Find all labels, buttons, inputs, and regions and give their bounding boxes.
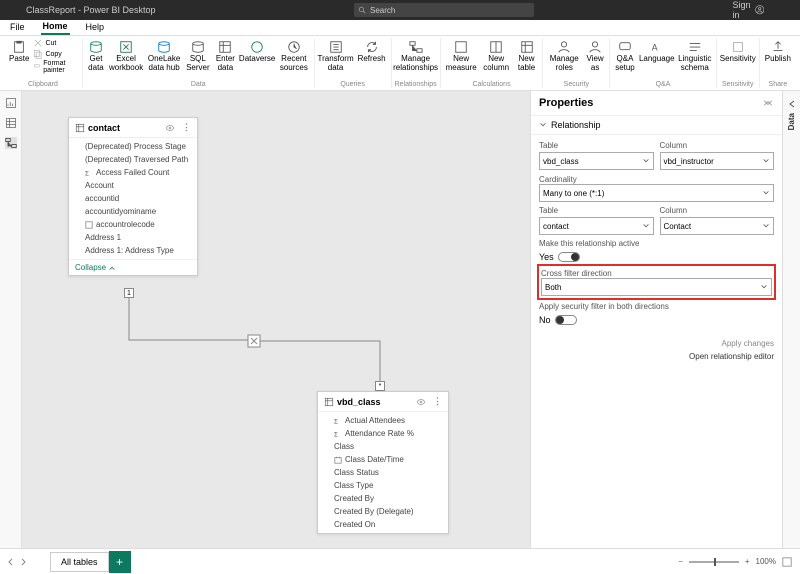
visibility-icon[interactable] (165, 123, 175, 133)
cardinality-one: 1 (124, 288, 134, 298)
column2-select[interactable]: Contact (660, 217, 775, 235)
signin-button[interactable]: Sign in (732, 0, 764, 20)
field-item[interactable]: Created By (Delegate) (318, 505, 448, 518)
svg-text:Σ: Σ (334, 418, 338, 425)
fit-icon[interactable] (782, 557, 792, 567)
add-tab-button[interactable]: + (109, 551, 131, 573)
get-data-button[interactable]: Get data (86, 38, 106, 75)
field-item[interactable]: (Deprecated) Process Stage (69, 140, 197, 153)
enter-data-button[interactable]: Enter data (214, 38, 238, 75)
field-item[interactable]: (Deprecated) Traversed Path (69, 153, 197, 166)
field-item[interactable]: accountid (69, 192, 197, 205)
properties-title: Properties (539, 97, 593, 109)
right-collapsed-panel[interactable]: Data (782, 91, 800, 548)
menu-home[interactable]: Home (41, 21, 70, 35)
data-view-icon[interactable] (5, 117, 17, 129)
table-icon (324, 397, 334, 407)
cardinality-many: * (375, 381, 385, 391)
left-view-bar (0, 91, 22, 548)
excel-button[interactable]: Excel workbook (108, 38, 144, 75)
nav-right-icon[interactable] (18, 557, 28, 567)
visibility-icon[interactable] (416, 397, 426, 407)
manage-relationships-button[interactable]: Manage relationships (398, 38, 434, 75)
table-card-vbd-class[interactable]: vbd_class ⋮ ΣActual AttendeesΣAttendance… (317, 391, 449, 534)
new-table-button[interactable]: New table (514, 38, 540, 75)
field-item[interactable]: ΣActual Attendees (318, 414, 448, 427)
field-item[interactable]: Address 1: Address Type (69, 244, 197, 257)
search-box[interactable]: Search (354, 3, 534, 17)
new-measure-button[interactable]: New measure (444, 38, 479, 75)
new-column-button[interactable]: New column (481, 38, 512, 75)
cut-button[interactable]: Cut (33, 38, 78, 48)
onelake-button[interactable]: OneLake data hub (146, 38, 182, 75)
ribbon: Paste Cut Copy Format painter Clipboard … (0, 36, 800, 91)
format-painter-button[interactable]: Format painter (33, 60, 78, 74)
security-toggle[interactable]: No (539, 315, 774, 325)
dataverse-button[interactable]: Dataverse (239, 38, 275, 66)
zoom-control[interactable]: − + 100% (678, 557, 792, 567)
app-title: ClassReport - Power BI Desktop (26, 5, 156, 15)
svg-text:Σ: Σ (334, 431, 338, 438)
status-bar: All tables + − + 100% (0, 548, 800, 574)
field-item[interactable]: ΣAttendance Rate % (318, 427, 448, 440)
field-item[interactable]: Created By (318, 492, 448, 505)
properties-panel: Properties Relationship Table vbd_class … (530, 91, 782, 548)
table-icon (75, 123, 85, 133)
table2-select[interactable]: contact (539, 217, 654, 235)
manage-roles-button[interactable]: Manage roles (546, 38, 582, 75)
table-name: vbd_class (337, 397, 381, 407)
field-item[interactable]: Account (69, 179, 197, 192)
more-icon[interactable]: ⋮ (182, 122, 191, 133)
field-item[interactable]: Class Type (318, 479, 448, 492)
svg-text:Σ: Σ (85, 170, 89, 177)
view-as-button[interactable]: View as (584, 38, 606, 75)
chevron-down-icon (539, 121, 547, 129)
sensitivity-button[interactable]: Sensitivity (720, 38, 756, 66)
table-name: contact (88, 123, 120, 133)
more-icon[interactable]: ⋮ (433, 396, 442, 407)
field-item[interactable]: Class (318, 440, 448, 453)
all-tables-tab[interactable]: All tables (50, 552, 109, 572)
qa-setup-button[interactable]: Q&A setup (613, 38, 637, 75)
field-item[interactable]: accountidyominame (69, 205, 197, 218)
user-icon (755, 5, 765, 15)
refresh-button[interactable]: Refresh (356, 38, 388, 66)
expand-icon[interactable] (762, 97, 774, 109)
sql-button[interactable]: SQL Server (184, 38, 212, 75)
model-view-icon[interactable] (5, 137, 17, 149)
search-icon (358, 6, 367, 15)
active-toggle[interactable]: Yes (539, 252, 774, 262)
transform-data-button[interactable]: Transform data (318, 38, 354, 75)
relationship-section[interactable]: Relationship (531, 116, 782, 135)
chevron-left-icon (787, 99, 797, 109)
apply-changes-link[interactable]: Apply changes (539, 339, 774, 348)
svg-text:A: A (652, 43, 658, 53)
open-editor-link[interactable]: Open relationship editor (539, 352, 774, 361)
recent-sources-button[interactable]: Recent sources (277, 38, 310, 75)
table-card-contact[interactable]: contact ⋮ (Deprecated) Process Stage(Dep… (68, 117, 198, 276)
report-view-icon[interactable] (5, 97, 17, 109)
menu-file[interactable]: File (8, 22, 27, 34)
model-canvas[interactable]: contact ⋮ (Deprecated) Process Stage(Dep… (22, 91, 530, 548)
copy-button[interactable]: Copy (33, 49, 78, 59)
table1-select[interactable]: vbd_class (539, 152, 654, 170)
publish-button[interactable]: Publish (763, 38, 793, 66)
collapse-button[interactable]: Collapse (69, 259, 197, 275)
title-bar: ClassReport - Power BI Desktop Search Si… (0, 0, 800, 20)
menu-help[interactable]: Help (84, 22, 107, 34)
column1-select[interactable]: vbd_instructor (660, 152, 775, 170)
field-item[interactable]: Class Status (318, 466, 448, 479)
field-item[interactable]: Class Date/Time (318, 453, 448, 466)
field-item[interactable]: Address 1 (69, 231, 197, 244)
menu-bar: File Home Help (0, 20, 800, 36)
field-item[interactable]: Created On (318, 518, 448, 531)
field-item[interactable]: accountrolecode (69, 218, 197, 231)
nav-left-icon[interactable] (6, 557, 16, 567)
language-button[interactable]: ALanguage (639, 38, 675, 66)
crossfilter-select[interactable]: Both (541, 278, 772, 296)
field-item[interactable]: ΣAccess Failed Count (69, 166, 197, 179)
linguistic-button[interactable]: Linguistic schema (677, 38, 713, 75)
paste-button[interactable]: Paste (7, 38, 31, 66)
cardinality-select[interactable]: Many to one (*:1) (539, 184, 774, 202)
